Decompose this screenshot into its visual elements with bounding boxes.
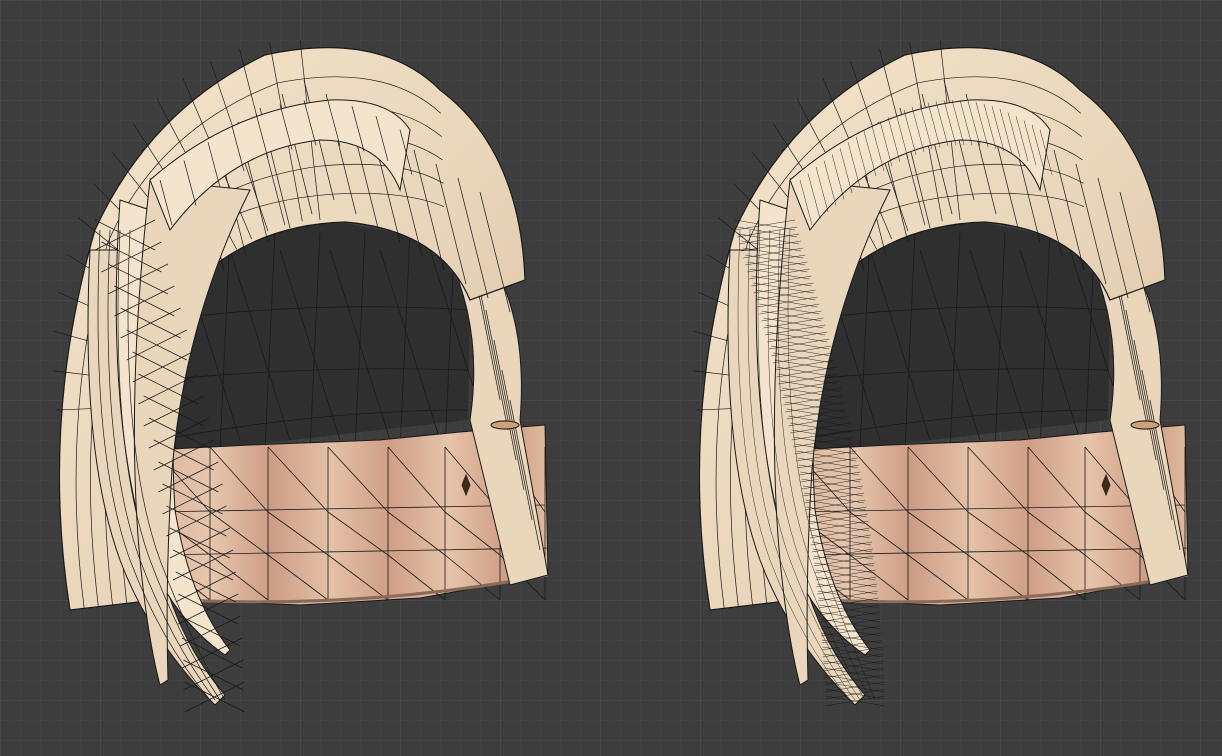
- 3d-viewport[interactable]: [0, 0, 1222, 756]
- hair-clip: [1130, 420, 1160, 430]
- hair-clip: [490, 420, 520, 430]
- viewport-canvas[interactable]: [0, 0, 1222, 756]
